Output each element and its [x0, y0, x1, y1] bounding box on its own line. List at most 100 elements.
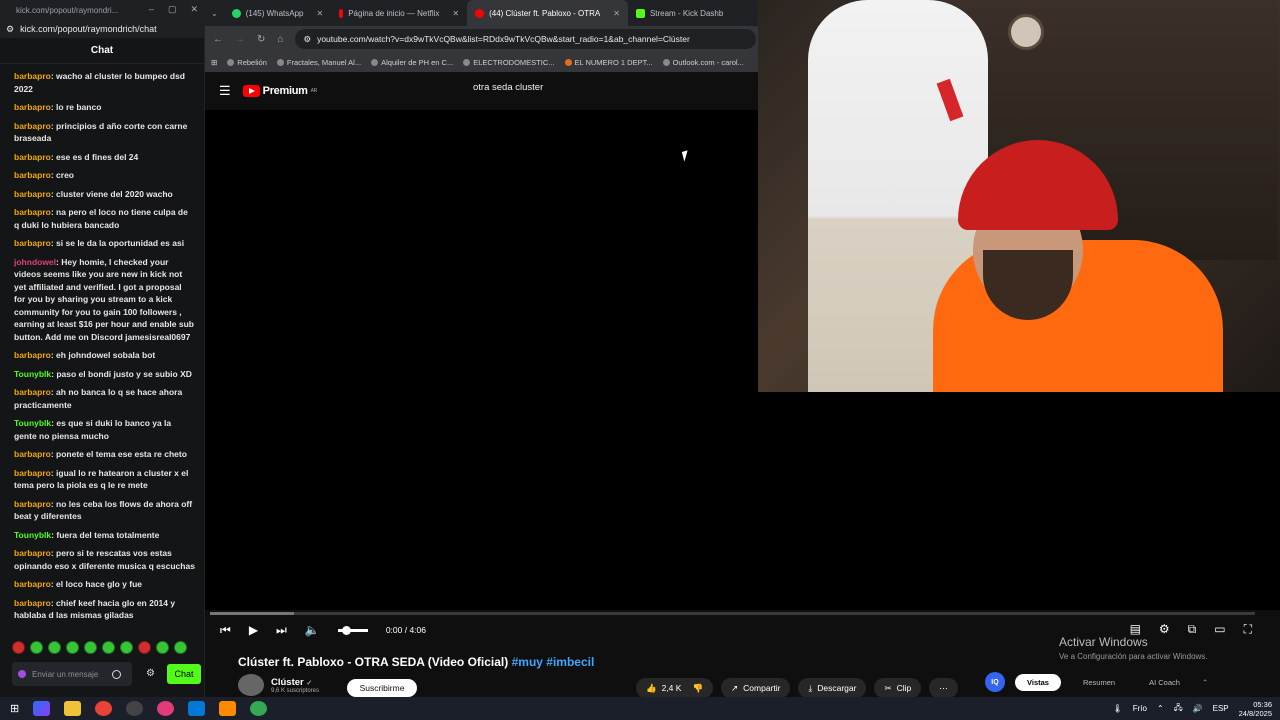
chrome-icon[interactable] [250, 701, 268, 716]
ext-tab-ai-coach[interactable]: AI Coach [1137, 674, 1192, 691]
previous-icon[interactable]: ⏮ [220, 623, 231, 638]
chat-window-titlebar[interactable]: kick.com/popout/raymondri... – ▢ ✕ [0, 0, 204, 20]
network-icon[interactable]: 🖧 [1174, 702, 1183, 716]
bookmark-item[interactable]: Rebelión [227, 58, 267, 67]
chat-username[interactable]: barbapro [14, 579, 51, 589]
ext-tab-resumen[interactable]: Resumen [1071, 674, 1127, 691]
chat-username[interactable]: barbapro [14, 121, 51, 131]
hamburger-menu-icon[interactable]: ☰ [219, 83, 231, 99]
file-explorer-icon[interactable] [64, 701, 82, 716]
bookmark-item[interactable]: ELECTRODOMESTIC... [463, 58, 555, 67]
language-indicator[interactable]: ESP [1213, 704, 1229, 713]
emote-icon[interactable] [84, 641, 97, 654]
tab-close-icon[interactable]: ✕ [452, 9, 459, 18]
volume-slider[interactable] [337, 625, 368, 635]
reload-icon[interactable]: ↻ [257, 34, 265, 45]
chat-username[interactable]: Tounyblk [14, 530, 51, 540]
apps-grid-icon[interactable]: ⊞ [211, 58, 217, 67]
chat-username[interactable]: barbapro [14, 499, 51, 509]
tab-youtube[interactable]: (44) Clúster ft. Pabloxo - OTRA ✕ [467, 0, 628, 26]
tab-close-icon[interactable]: ✕ [613, 9, 620, 18]
emote-icon[interactable] [66, 641, 79, 654]
emote-icon[interactable] [174, 641, 187, 654]
taskbar-clock[interactable]: 05:36 24/8/2025 [1239, 700, 1272, 718]
chat-username[interactable]: barbapro [14, 449, 51, 459]
tray-chevron-icon[interactable]: ⌃ [1157, 704, 1164, 713]
chat-username[interactable]: Tounyblk [14, 369, 51, 379]
share-button[interactable]: ↗ Compartir [721, 678, 791, 698]
chat-username[interactable]: barbapro [14, 468, 51, 478]
theater-mode-icon[interactable]: ▭ [1214, 622, 1225, 637]
emote-icon[interactable] [48, 641, 61, 654]
dislike-icon[interactable]: 👎 [692, 683, 703, 694]
chat-username[interactable]: barbapro [14, 102, 51, 112]
weather-icon[interactable]: 🌡 [1113, 704, 1123, 713]
forward-icon[interactable]: → [235, 34, 245, 45]
obs-icon[interactable] [126, 701, 144, 716]
address-bar[interactable]: ⚙ youtube.com/watch?v=dx9wTkVcQBw&list=R… [295, 29, 756, 49]
chat-username[interactable]: barbapro [14, 189, 51, 199]
chrome-icon[interactable] [95, 701, 113, 716]
video-progress-bar[interactable] [210, 612, 1255, 615]
like-count[interactable]: 2,4 K [662, 683, 682, 693]
more-actions-button[interactable]: ⋯ [929, 678, 958, 698]
windows-start-icon[interactable]: ⊞ [10, 702, 19, 715]
chat-username[interactable]: barbapro [14, 387, 51, 397]
emote-icon[interactable] [12, 641, 25, 654]
outlook-icon[interactable] [188, 701, 206, 716]
bookmark-item[interactable]: Alquiler de PH en C... [371, 58, 453, 67]
bookmark-item[interactable]: Fractales, Manuel Al... [276, 58, 361, 67]
chat-username[interactable]: barbapro [14, 152, 51, 162]
bookmark-item[interactable]: Outlook.com - carol... [662, 58, 744, 67]
chat-username[interactable]: barbapro [14, 207, 51, 217]
collapse-chevron-icon[interactable]: ⌃ [1202, 678, 1208, 687]
like-icon[interactable]: 👍 [646, 683, 657, 694]
emote-icon[interactable] [120, 641, 133, 654]
download-button[interactable]: ⤓ Descargar [798, 678, 867, 698]
page-info-icon[interactable]: ⚙ [6, 24, 14, 35]
weather-text[interactable]: Frío [1133, 704, 1147, 713]
emote-icon[interactable] [102, 641, 115, 654]
video-hashtags[interactable]: #muy #imbecil [512, 655, 595, 669]
bookmark-item[interactable]: EL NUMERO 1 DEPT... [564, 58, 653, 67]
clip-button[interactable]: ✂ Clip [874, 678, 922, 698]
chat-message-list[interactable]: barbapro: wacho al cluster lo bumpeo dsd… [0, 70, 205, 635]
settings-gear-icon[interactable]: ⚙ [1159, 622, 1170, 637]
channel-name[interactable]: Clúster ✓ [271, 677, 319, 688]
chat-username[interactable]: Tounyblk [14, 418, 51, 428]
chat-settings-gear-icon[interactable]: ⚙ [146, 668, 155, 679]
chat-username[interactable]: barbapro [14, 548, 51, 558]
chat-username[interactable]: barbapro [14, 598, 51, 608]
emoji-icon[interactable] [112, 669, 121, 679]
search-input[interactable]: otra seda cluster [473, 82, 543, 93]
site-info-icon[interactable]: ⚙ [303, 34, 311, 45]
next-icon[interactable]: ⏭ [276, 623, 287, 638]
home-icon[interactable]: ⌂ [277, 34, 283, 45]
chat-username[interactable]: barbapro [14, 170, 51, 180]
emote-icon[interactable] [30, 641, 43, 654]
tab-close-icon[interactable]: ✕ [317, 9, 324, 18]
iq-extension-icon[interactable]: IQ [985, 672, 1005, 692]
tab-search-chevron-icon[interactable]: ⌄ [205, 9, 224, 18]
chat-send-button[interactable]: Chat [167, 664, 201, 684]
chat-username[interactable]: barbapro [14, 350, 51, 360]
ext-tab-vistas[interactable]: Vistas [1015, 673, 1061, 691]
speaker-icon[interactable]: 🔊 [1193, 704, 1203, 713]
volume-icon[interactable]: 🔈 [305, 623, 320, 637]
back-icon[interactable]: ← [213, 34, 223, 45]
copilot-icon[interactable] [33, 701, 51, 716]
tab-netflix[interactable]: Página de inicio — Netflix ✕ [331, 0, 467, 26]
channel-avatar[interactable] [238, 674, 264, 696]
play-icon[interactable]: ▶ [249, 623, 258, 637]
chat-username[interactable]: barbapro [14, 238, 51, 248]
close-icon[interactable]: ✕ [190, 4, 198, 15]
tab-kick[interactable]: Stream - Kick Dashb [628, 0, 731, 26]
chat-message-input[interactable]: Enviar un mensaje [12, 662, 132, 686]
app-icon[interactable] [219, 701, 237, 716]
subscribe-button[interactable]: Suscribirme [347, 679, 417, 697]
app-icon[interactable] [157, 701, 175, 716]
chat-username[interactable]: johndowel [14, 257, 56, 267]
fullscreen-icon[interactable]: ⛶ [1244, 622, 1252, 637]
emote-icon[interactable] [156, 641, 169, 654]
youtube-premium-logo[interactable]: Premium AR [242, 85, 317, 97]
